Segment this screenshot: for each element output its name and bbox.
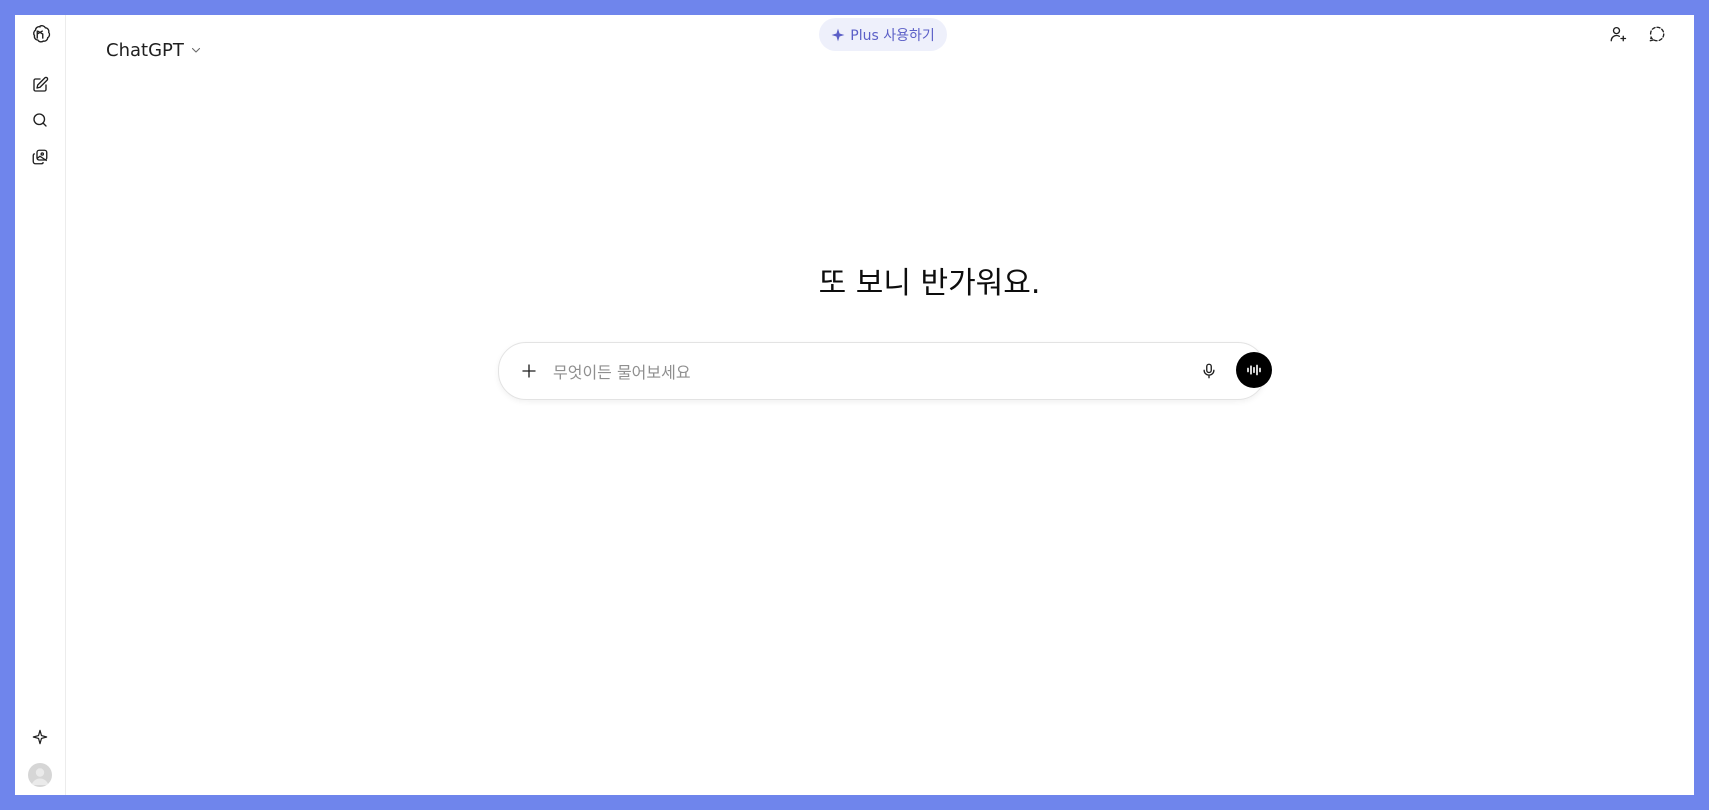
temporary-chat-button[interactable] — [1641, 18, 1673, 50]
sparkle-icon — [831, 28, 845, 41]
dictate-button[interactable] — [1193, 355, 1225, 387]
new-chat-button[interactable] — [24, 69, 56, 101]
upgrade-plus-button[interactable]: Plus 사용하기 — [819, 18, 947, 51]
model-selector[interactable]: ChatGPT — [98, 35, 210, 65]
composer — [498, 342, 1272, 400]
search-icon — [33, 113, 47, 127]
prompt-input[interactable] — [551, 355, 1175, 389]
image-library-icon — [32, 149, 48, 165]
explore-button[interactable] — [24, 721, 56, 753]
model-name: ChatGPT — [106, 39, 184, 61]
voice-mode-icon — [1247, 364, 1261, 376]
chevron-down-icon — [191, 47, 200, 53]
microphone-icon — [1203, 363, 1215, 379]
temporary-chat-icon — [1649, 26, 1665, 42]
app-window: ChatGPT Plus 사용하기 또 보니 반가워요. — [15, 15, 1694, 795]
share-add-user-button[interactable] — [1602, 18, 1634, 50]
voice-mode-button[interactable] — [1236, 352, 1272, 388]
attach-button[interactable] — [513, 355, 545, 387]
openai-logo-icon[interactable] — [24, 18, 56, 50]
upgrade-label: Plus 사용하기 — [850, 27, 935, 44]
avatar[interactable] — [28, 763, 52, 787]
add-user-icon — [1610, 26, 1627, 42]
sidebar — [15, 15, 66, 795]
greeting-heading: 또 보니 반가워요. — [818, 266, 1041, 301]
library-button[interactable] — [24, 141, 56, 173]
new-chat-icon — [33, 76, 49, 92]
search-button[interactable] — [24, 104, 56, 136]
plus-icon — [522, 364, 536, 378]
sparkle-icon — [32, 729, 48, 745]
